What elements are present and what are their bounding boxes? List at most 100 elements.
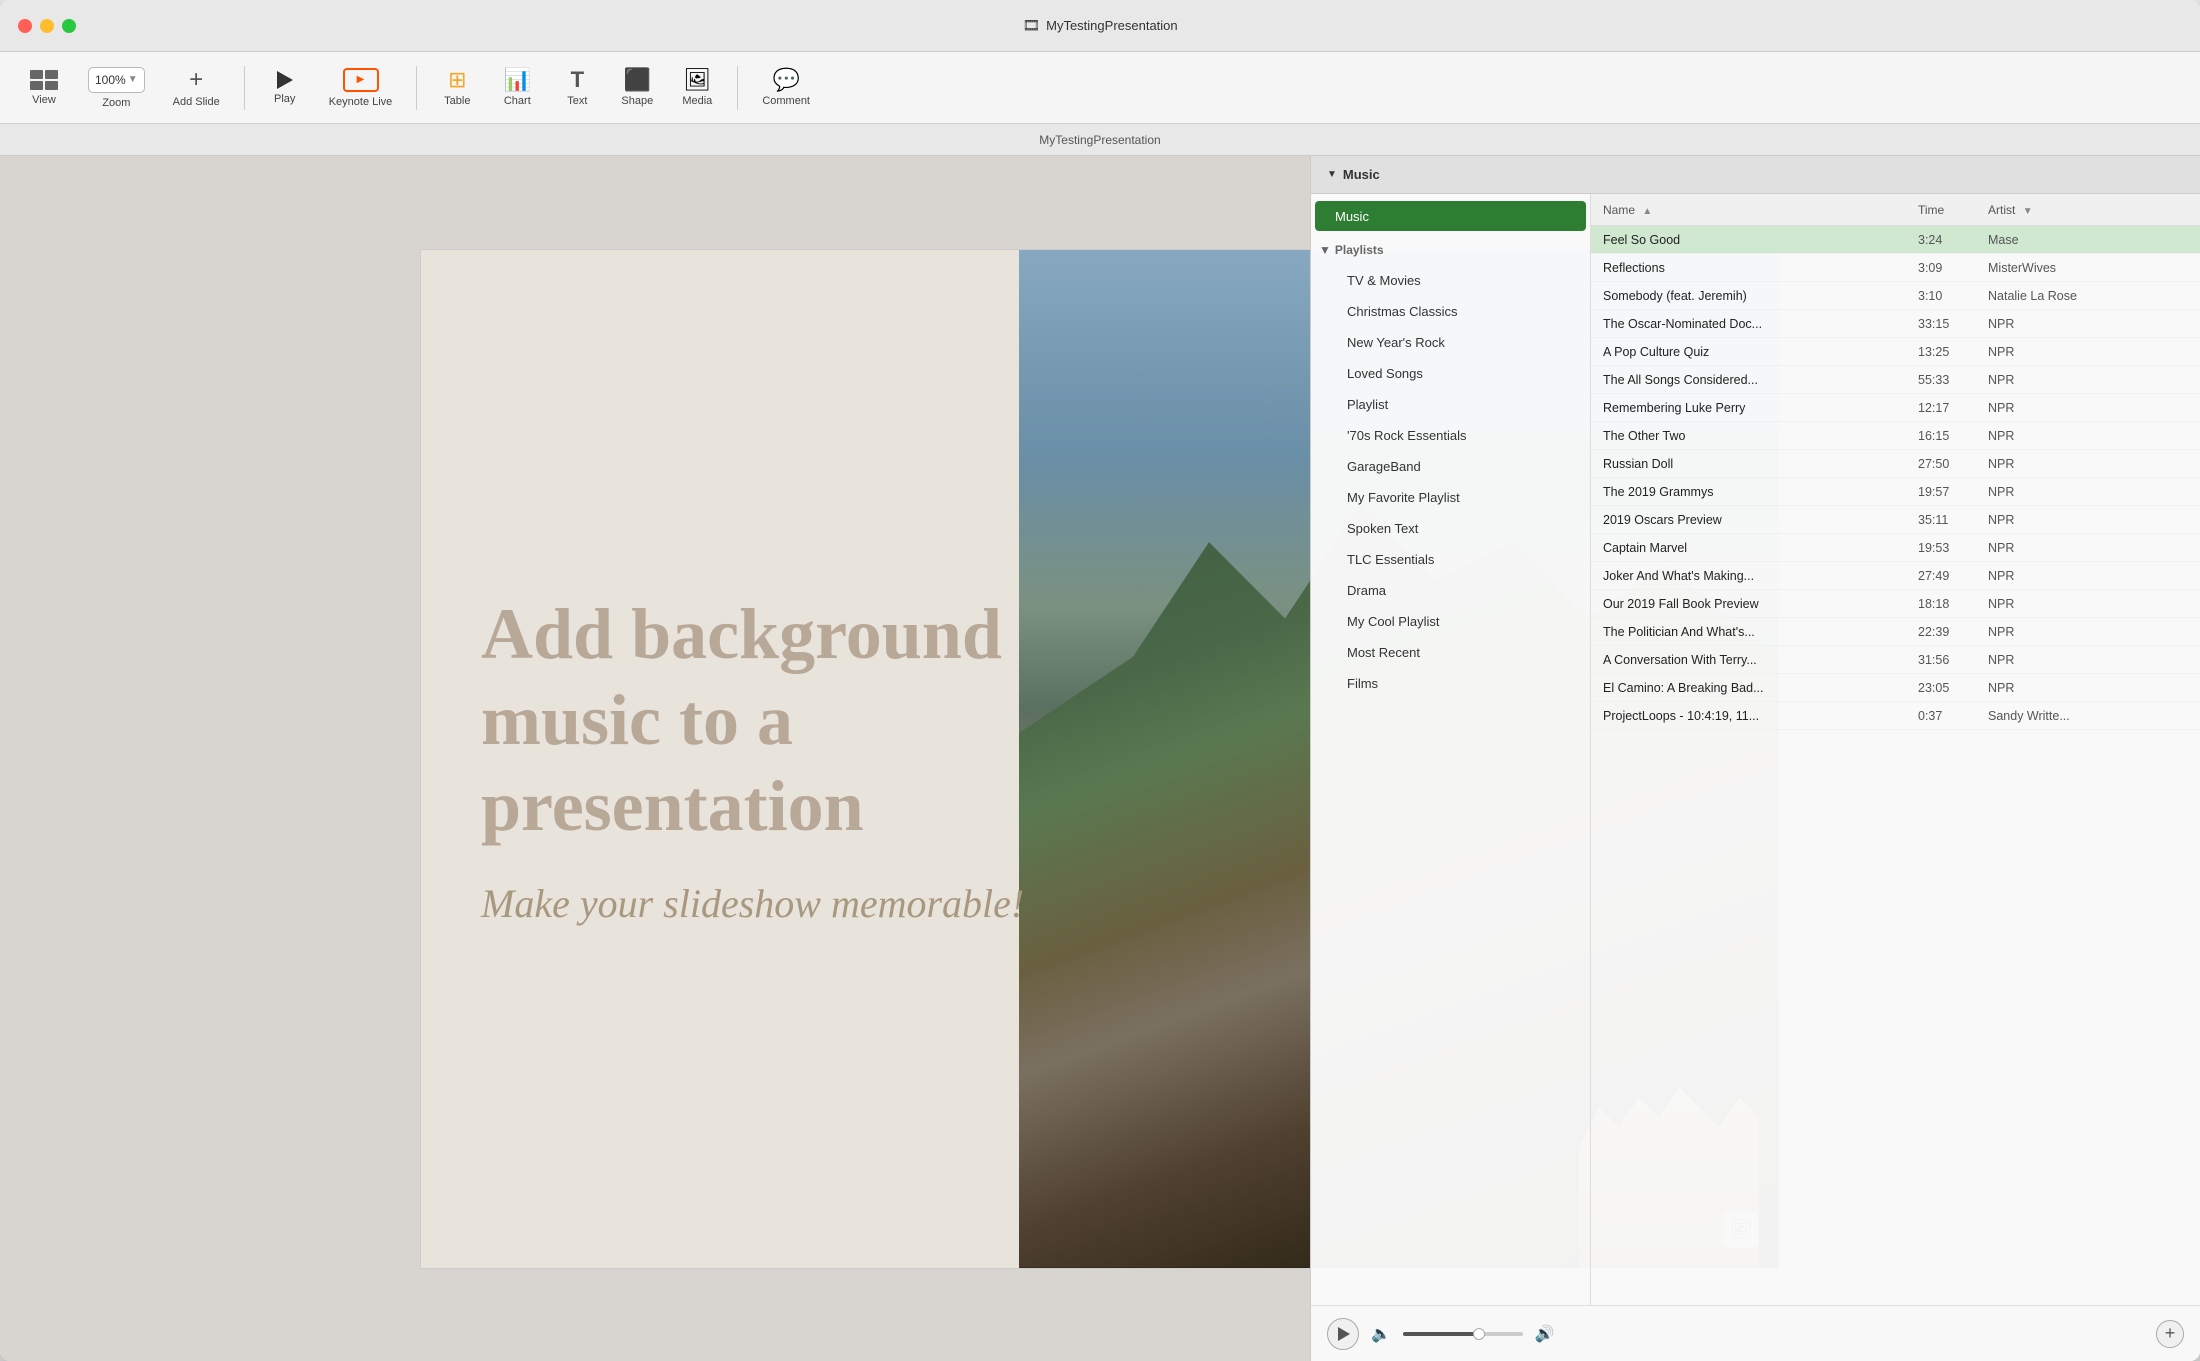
volume-high-icon[interactable]: 🔊 [1535,1324,1555,1344]
track-row[interactable]: The Other Two 16:15 NPR [1591,422,2200,450]
keynote-live-label: Keynote Live [329,96,393,108]
chart-button[interactable]: 📊 Chart [489,63,545,113]
view-button[interactable]: View [16,64,72,112]
sidebar-item-music[interactable]: Music [1315,201,1586,231]
track-row[interactable]: Feel So Good 3:24 Mase [1591,226,2200,254]
track-row[interactable]: Reflections 3:09 MisterWives [1591,254,2200,282]
track-row[interactable]: A Pop Culture Quiz 13:25 NPR [1591,338,2200,366]
keynote-live-icon [343,68,379,92]
separator-1 [244,66,245,110]
track-row[interactable]: Russian Doll 27:50 NPR [1591,450,2200,478]
track-artist: NPR [1988,569,2188,583]
sidebar-item-tv-movies[interactable]: TV & Movies [1315,265,1586,295]
shape-button[interactable]: ⬛ Shape [609,63,665,113]
add-track-button[interactable]: + [2156,1320,2184,1348]
sidebar-item-tlc-essentials[interactable]: TLC Essentials [1315,544,1586,574]
sidebar-item-my-cool-playlist[interactable]: My Cool Playlist [1315,606,1586,636]
volume-knob[interactable] [1473,1328,1485,1340]
track-artist: Mase [1988,233,2188,247]
track-row[interactable]: ProjectLoops - 10:4:19, 11... 0:37 Sandy… [1591,702,2200,730]
sidebar-item-new-years-rock[interactable]: New Year's Rock [1315,327,1586,357]
track-name: Somebody (feat. Jeremih) [1603,289,1918,303]
sidebar-item-loved-songs[interactable]: Loved Songs [1315,358,1586,388]
table-button[interactable]: ⊞ Table [429,63,485,113]
comment-icon: 💬 [772,69,799,91]
sidebar-item-my-favorite-playlist[interactable]: My Favorite Playlist [1315,482,1586,512]
track-row[interactable]: Remembering Luke Perry 12:17 NPR [1591,394,2200,422]
text-button[interactable]: T Text [549,63,605,113]
music-panel-body: Music ▼ Playlists TV & Movies [1311,194,2200,1305]
close-button[interactable] [18,19,32,33]
track-row[interactable]: El Camino: A Breaking Bad... 23:05 NPR [1591,674,2200,702]
track-name: Captain Marvel [1603,541,1918,555]
main-content: Add background music to a presentation M… [0,156,2200,1361]
track-row[interactable]: 2019 Oscars Preview 35:11 NPR [1591,506,2200,534]
minimize-button[interactable] [40,19,54,33]
play-button[interactable]: Play [257,65,313,111]
col-name-header[interactable]: Name ▲ [1603,203,1918,217]
track-name: Remembering Luke Perry [1603,401,1918,415]
track-artist: NPR [1988,625,2188,639]
playlists-section-header: ▼ Playlists [1311,236,1590,264]
col-time-header[interactable]: Time [1918,203,1988,217]
track-time: 27:50 [1918,457,1988,471]
sidebar-item-most-recent[interactable]: Most Recent [1315,637,1586,667]
window-controls [18,19,76,33]
sidebar-item-playlist[interactable]: Playlist [1315,389,1586,419]
sidebar-item-christmas-classics[interactable]: Christmas Classics [1315,296,1586,326]
comment-button[interactable]: 💬 Comment [750,63,822,113]
slide-editor[interactable]: Add background music to a presentation M… [0,156,2200,1361]
track-row[interactable]: The Oscar-Nominated Doc... 33:15 NPR [1591,310,2200,338]
track-artist: MisterWives [1988,261,2188,275]
text-label: Text [567,95,587,107]
track-time: 27:49 [1918,569,1988,583]
track-row[interactable]: The All Songs Considered... 55:33 NPR [1591,366,2200,394]
play-icon [277,71,293,89]
zoom-control[interactable]: 100% ▼ Zoom [76,61,157,115]
col-artist-header[interactable]: Artist ▼ [1988,203,2188,217]
tracklist-header: Name ▲ Time Artist ▼ [1591,194,2200,226]
track-row[interactable]: Our 2019 Fall Book Preview 18:18 NPR [1591,590,2200,618]
music-panel: ▼ Music Music ▼ Playli [1310,156,2200,1361]
volume-low-icon[interactable]: 🔈 [1371,1324,1391,1344]
sidebar-item-drama[interactable]: Drama [1315,575,1586,605]
maximize-button[interactable] [62,19,76,33]
shape-icon: ⬛ [624,69,651,91]
track-row[interactable]: The Politician And What's... 22:39 NPR [1591,618,2200,646]
sidebar-item-films[interactable]: Films [1315,668,1586,698]
keynote-live-button[interactable]: Keynote Live [317,62,405,114]
track-artist: NPR [1988,597,2188,611]
media-button[interactable]: 🖼 Media [669,63,725,113]
shape-label: Shape [621,95,653,107]
add-slide-button[interactable]: + Add Slide [161,62,232,114]
view-label: View [32,94,56,106]
toolbar: View 100% ▼ Zoom + Add Slide Play [0,52,2200,124]
track-time: 13:25 [1918,345,1988,359]
track-row[interactable]: Somebody (feat. Jeremih) 3:10 Natalie La… [1591,282,2200,310]
document-tab[interactable]: MyTestingPresentation [1039,133,1160,147]
titlebar: 🎞 MyTestingPresentation [0,0,2200,52]
track-row[interactable]: The 2019 Grammys 19:57 NPR [1591,478,2200,506]
playback-play-button[interactable] [1327,1318,1359,1350]
zoom-value-display[interactable]: 100% ▼ [88,67,145,93]
track-name: 2019 Oscars Preview [1603,513,1918,527]
track-row[interactable]: Captain Marvel 19:53 NPR [1591,534,2200,562]
sidebar-item-70s-rock[interactable]: '70s Rock Essentials [1315,420,1586,450]
add-slide-label: Add Slide [173,96,220,108]
track-name: The All Songs Considered... [1603,373,1918,387]
track-row[interactable]: A Conversation With Terry... 31:56 NPR [1591,646,2200,674]
track-name: The Oscar-Nominated Doc... [1603,317,1918,331]
zoom-label: Zoom [102,97,130,109]
sidebar-item-spoken-text[interactable]: Spoken Text [1315,513,1586,543]
track-row[interactable]: Joker And What's Making... 27:49 NPR [1591,562,2200,590]
playback-bar: 🔈 🔊 + [1311,1305,2200,1361]
music-tracklist: Name ▲ Time Artist ▼ Feel So Good [1591,194,2200,1305]
text-icon: T [571,69,584,91]
play-triangle-icon [1338,1327,1350,1341]
playlists-section: ▼ Playlists TV & Movies Christmas Classi… [1311,232,1590,703]
track-artist: NPR [1988,429,2188,443]
sidebar-item-garageband[interactable]: GarageBand [1315,451,1586,481]
slide-text-area: Add background music to a presentation M… [481,590,1161,926]
artist-sort-indicator: ▼ [2023,206,2033,217]
volume-slider[interactable] [1403,1332,1523,1336]
